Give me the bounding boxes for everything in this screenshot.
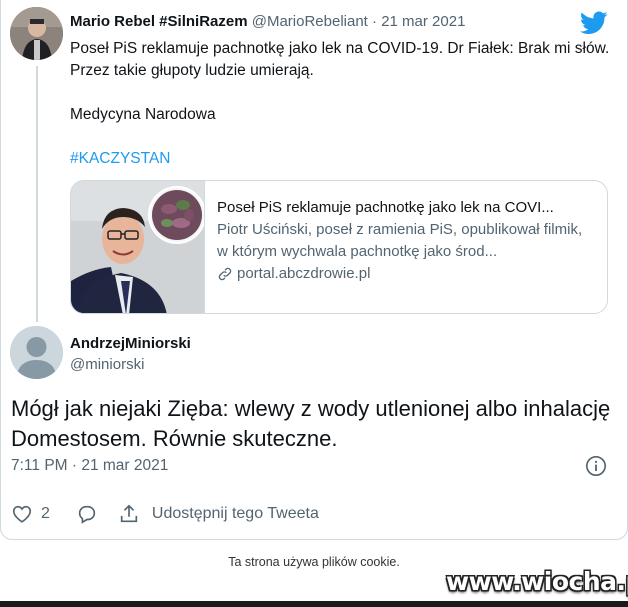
tweet-text-second: Medycyna Narodowa <box>70 106 216 123</box>
heart-icon <box>12 505 32 523</box>
twitter-bird-icon[interactable] <box>580 11 608 35</box>
reply-button[interactable] <box>76 503 98 525</box>
reply-author-avatar[interactable] <box>10 326 63 379</box>
tweet-text-main: Poseł PiS reklamuje pachnotkę jako lek n… <box>70 40 610 79</box>
like-count: 2 <box>41 505 50 522</box>
tweet-header: Mario Rebel #SilniRazem @MarioRebeliant … <box>70 13 465 30</box>
author-name[interactable]: Mario Rebel #SilniRazem <box>70 13 248 30</box>
reply-author-name[interactable]: AndrzejMiniorski <box>70 335 191 352</box>
card-link-domain[interactable]: portal.abczdrowie.pl <box>237 263 370 285</box>
card-body: Poseł PiS reklamuje pachnotkę jako lek n… <box>217 197 597 285</box>
share-label[interactable]: Udostępnij tego Tweeta <box>152 505 319 523</box>
tweet-date[interactable]: 21 mar 2021 <box>381 13 465 30</box>
card-description: Piotr Uściński, poseł z ramienia PiS, op… <box>217 221 583 260</box>
info-icon[interactable] <box>585 455 607 477</box>
share-upload-icon <box>120 504 138 523</box>
header-separator: · <box>372 13 378 30</box>
reply-text: Mógł jak niejaki Zięba: wlewy z wody utl… <box>11 396 611 451</box>
thread-connector-line <box>36 66 38 322</box>
card-link[interactable]: portal.abczdrowie.pl <box>217 263 597 285</box>
link-preview-card[interactable]: Poseł PiS reklamuje pachnotkę jako lek n… <box>70 180 608 314</box>
tweet-actions-bar: 2 Udostępnij tego Tweeta <box>11 501 319 527</box>
share-button[interactable]: Udostępnij tego Tweeta <box>118 503 319 525</box>
site-watermark: www.wiocha.pl <box>446 567 628 596</box>
card-title: Poseł PiS reklamuje pachnotkę jako lek n… <box>217 199 554 216</box>
hashtag-link[interactable]: #KACZYSTAN <box>70 148 610 170</box>
author-avatar[interactable] <box>10 7 63 60</box>
like-button[interactable]: 2 <box>11 503 50 525</box>
author-handle[interactable]: @MarioRebeliant <box>252 13 368 30</box>
embedded-tweet-frame: Mario Rebel #SilniRazem @MarioRebeliant … <box>0 0 628 540</box>
reply-bubble-icon <box>78 505 96 524</box>
reply-author-handle[interactable]: @miniorski <box>70 356 144 373</box>
bottom-bar <box>0 601 628 607</box>
tweet-text: Poseł PiS reklamuje pachnotkę jako lek n… <box>70 38 610 170</box>
link-icon <box>218 267 232 281</box>
reply-timestamp[interactable]: 7:11 PM · 21 mar 2021 <box>11 457 168 475</box>
card-thumbnail <box>71 181 205 313</box>
